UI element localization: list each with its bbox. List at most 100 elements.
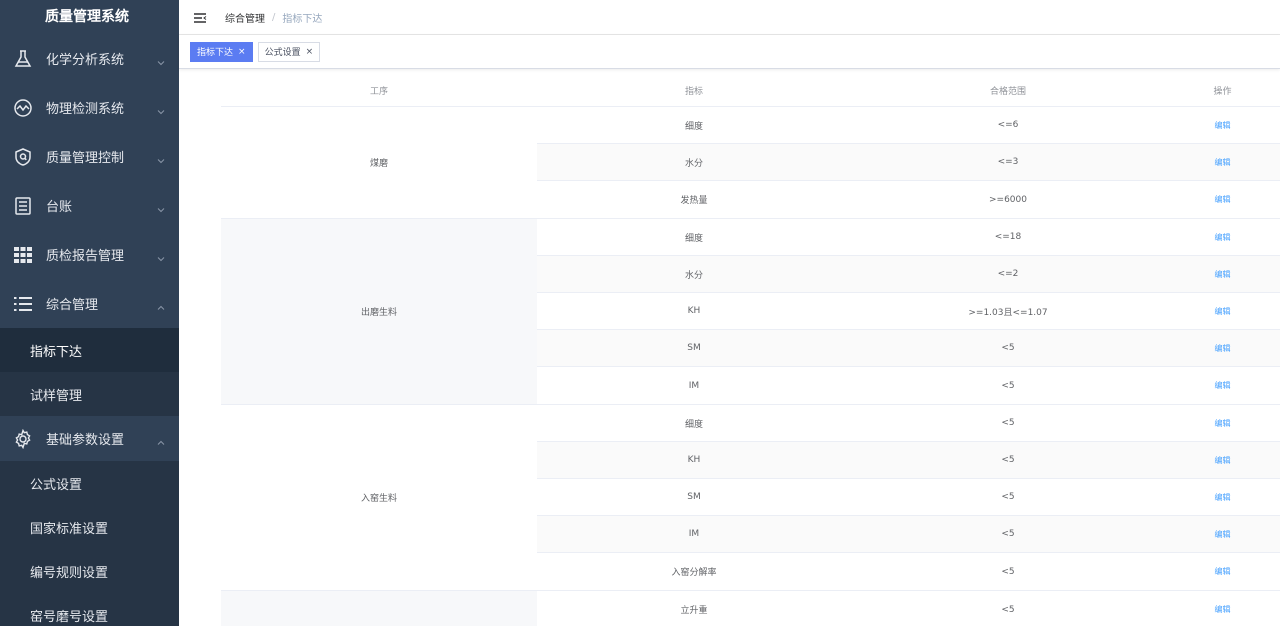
sidebar-item-inspection-report[interactable]: 质检报告管理 (0, 230, 179, 279)
table-header: 工序 指标 合格范围 操作 (221, 75, 1280, 107)
edit-button[interactable]: 编辑 (1165, 455, 1280, 466)
tag-label: 指标下达 (197, 48, 234, 58)
table-body: 煤磨 细度 <=6 编辑 水分 <=3 编辑 发热量 >=6000 编辑 出磨生料 细度 <=18 编辑水… (221, 107, 1280, 626)
table-row: SM <5 编辑 (537, 330, 1280, 367)
sidebar-item-label: 台账 (46, 200, 73, 215)
sidebar-subitem-kiln-mill-settings[interactable]: 窑号磨号设置 (0, 593, 179, 626)
edit-button[interactable]: 编辑 (1165, 232, 1280, 243)
gear-icon (13, 428, 33, 449)
edit-button[interactable]: 编辑 (1165, 380, 1280, 391)
chevron-down-icon (157, 203, 165, 212)
chevron-down-icon (157, 105, 165, 114)
sidebar-subitem-national-standard[interactable]: 国家标准设置 (0, 505, 179, 549)
chevron-up-icon (157, 301, 165, 310)
list-icon (13, 294, 33, 314)
range-cell: <5 (1001, 418, 1015, 428)
chevron-down-icon (157, 154, 165, 163)
range-cell: <5 (1001, 604, 1015, 615)
breadcrumb-separator: / (272, 11, 276, 23)
column-header-process: 工序 (369, 87, 388, 97)
close-icon[interactable]: × (238, 47, 246, 57)
indicator-cell: IM (688, 380, 700, 391)
monitor-icon (13, 98, 33, 118)
sidebar-item-basic-parameters[interactable]: 基础参数设置 (0, 416, 179, 461)
sidebar-subitem-numbering-rules[interactable]: 编号规则设置 (0, 549, 179, 593)
table-group: 煤磨 细度 <=6 编辑 水分 <=3 编辑 发热量 >=6000 编辑 (221, 107, 1280, 219)
sidebar-subitem-sample-management[interactable]: 试样管理 (0, 372, 179, 416)
sidebar-item-quality-control[interactable]: 质量管理控制 (0, 132, 179, 181)
table-row: KH <5 编辑 (537, 442, 1280, 479)
range-cell: <5 (1001, 529, 1015, 539)
ledger-icon (13, 196, 33, 216)
indicator-cell: 水分 (684, 158, 703, 169)
range-cell: >=1.03且<=1.07 (968, 307, 1048, 318)
range-cell: >=6000 (989, 194, 1027, 205)
tag-indicator-issue[interactable]: 指标下达 × (190, 41, 253, 62)
table-group: 出磨生料 细度 <=18 编辑 水分 <=2 编辑 KH >=1.03且<=1.07 编辑 SM <5… (221, 219, 1280, 405)
sidebar-subitem-indicator-issue[interactable]: 指标下达 (0, 328, 179, 372)
close-icon[interactable]: × (306, 47, 314, 57)
sidebar-item-label: 质检报告管理 (46, 249, 125, 264)
table-row: IM <5 编辑 (537, 516, 1280, 553)
sidebar-item-chemical-analysis[interactable]: 化学分析系统 (0, 34, 179, 83)
tags-view: 指标下达 × 公式设置 × (179, 35, 1280, 69)
hamburger-icon[interactable] (193, 10, 207, 24)
indicator-cell: KH (687, 306, 701, 316)
column-header-range: 合格范围 (989, 87, 1026, 97)
sidebar-item-label: 化学分析系统 (46, 53, 125, 68)
sidebar-item-label: 综合管理 (46, 298, 99, 313)
range-cell: <5 (1001, 455, 1015, 465)
process-cell: 出磨生料 (221, 219, 537, 404)
process-cell (221, 591, 537, 626)
table-group: 入窑生料 细度 <5 编辑 KH <5 编辑 SM <5 编辑 IM <5 编辑 入窑分解率 <5 编辑 (221, 405, 1280, 591)
chevron-up-icon (157, 436, 165, 445)
indicator-cell: 水分 (684, 270, 703, 281)
sidebar-item-label: 物理检测系统 (46, 102, 125, 117)
table-row: 入窑分解率 <5 编辑 (537, 553, 1280, 590)
table-row: SM <5 编辑 (537, 479, 1280, 516)
edit-button[interactable]: 编辑 (1165, 194, 1280, 205)
shield-icon (13, 147, 33, 167)
sidebar-item-physical-testing[interactable]: 物理检测系统 (0, 83, 179, 132)
table-row: 水分 <=3 编辑 (537, 144, 1280, 181)
edit-button[interactable]: 编辑 (1165, 343, 1280, 354)
table-row: KH >=1.03且<=1.07 编辑 (537, 293, 1280, 330)
indicator-cell: 发热量 (680, 196, 708, 206)
flask-icon (13, 49, 33, 69)
range-cell: <=2 (997, 269, 1019, 279)
edit-button[interactable]: 编辑 (1165, 306, 1280, 317)
edit-button[interactable]: 编辑 (1165, 604, 1280, 615)
app-title: 质量管理系统 (45, 9, 129, 25)
edit-button[interactable]: 编辑 (1165, 529, 1280, 540)
range-cell: <5 (1001, 380, 1015, 391)
tag-formula-settings[interactable]: 公式设置 × (257, 41, 321, 62)
breadcrumb-item[interactable]: 综合管理 (225, 10, 265, 25)
edit-button[interactable]: 编辑 (1165, 418, 1280, 429)
sidebar-item-comprehensive-management[interactable]: 综合管理 (0, 279, 179, 328)
edit-button[interactable]: 编辑 (1165, 120, 1280, 131)
range-cell: <5 (1001, 492, 1015, 502)
edit-button[interactable]: 编辑 (1165, 492, 1280, 503)
range-cell: <5 (1001, 566, 1015, 577)
table-row: 细度 <=6 编辑 (537, 107, 1280, 144)
indicator-cell: SM (687, 492, 701, 502)
range-cell: <=18 (994, 232, 1022, 242)
column-header-actions: 操作 (1213, 87, 1232, 97)
edit-button[interactable]: 编辑 (1165, 269, 1280, 280)
range-cell: <=3 (997, 157, 1019, 167)
column-header-indicator: 指标 (684, 87, 703, 97)
chevron-down-icon (157, 252, 165, 261)
range-cell: <=6 (997, 120, 1019, 130)
navbar: 综合管理 / 指标下达 (179, 0, 1280, 35)
table-row: 立升重 <5 编辑 (537, 591, 1280, 626)
sidebar-item-ledger[interactable]: 台账 (0, 181, 179, 230)
sidebar: 质量管理系统 化学分析系统 物理检测系统 质量管理控制 台账 质检报告管理 综合… (0, 0, 179, 626)
indicator-table: 工序 指标 合格范围 操作 煤磨 细度 <=6 编辑 水分 <=3 编辑 发热量 >=6000 编… (221, 75, 1280, 626)
edit-button[interactable]: 编辑 (1165, 157, 1280, 168)
chevron-down-icon (157, 56, 165, 65)
edit-button[interactable]: 编辑 (1165, 566, 1280, 577)
breadcrumb-item-current: 指标下达 (282, 13, 323, 25)
range-cell: <5 (1001, 343, 1015, 353)
sidebar-subitem-formula-settings[interactable]: 公式设置 (0, 461, 179, 505)
table-row: IM <5 编辑 (537, 367, 1280, 404)
